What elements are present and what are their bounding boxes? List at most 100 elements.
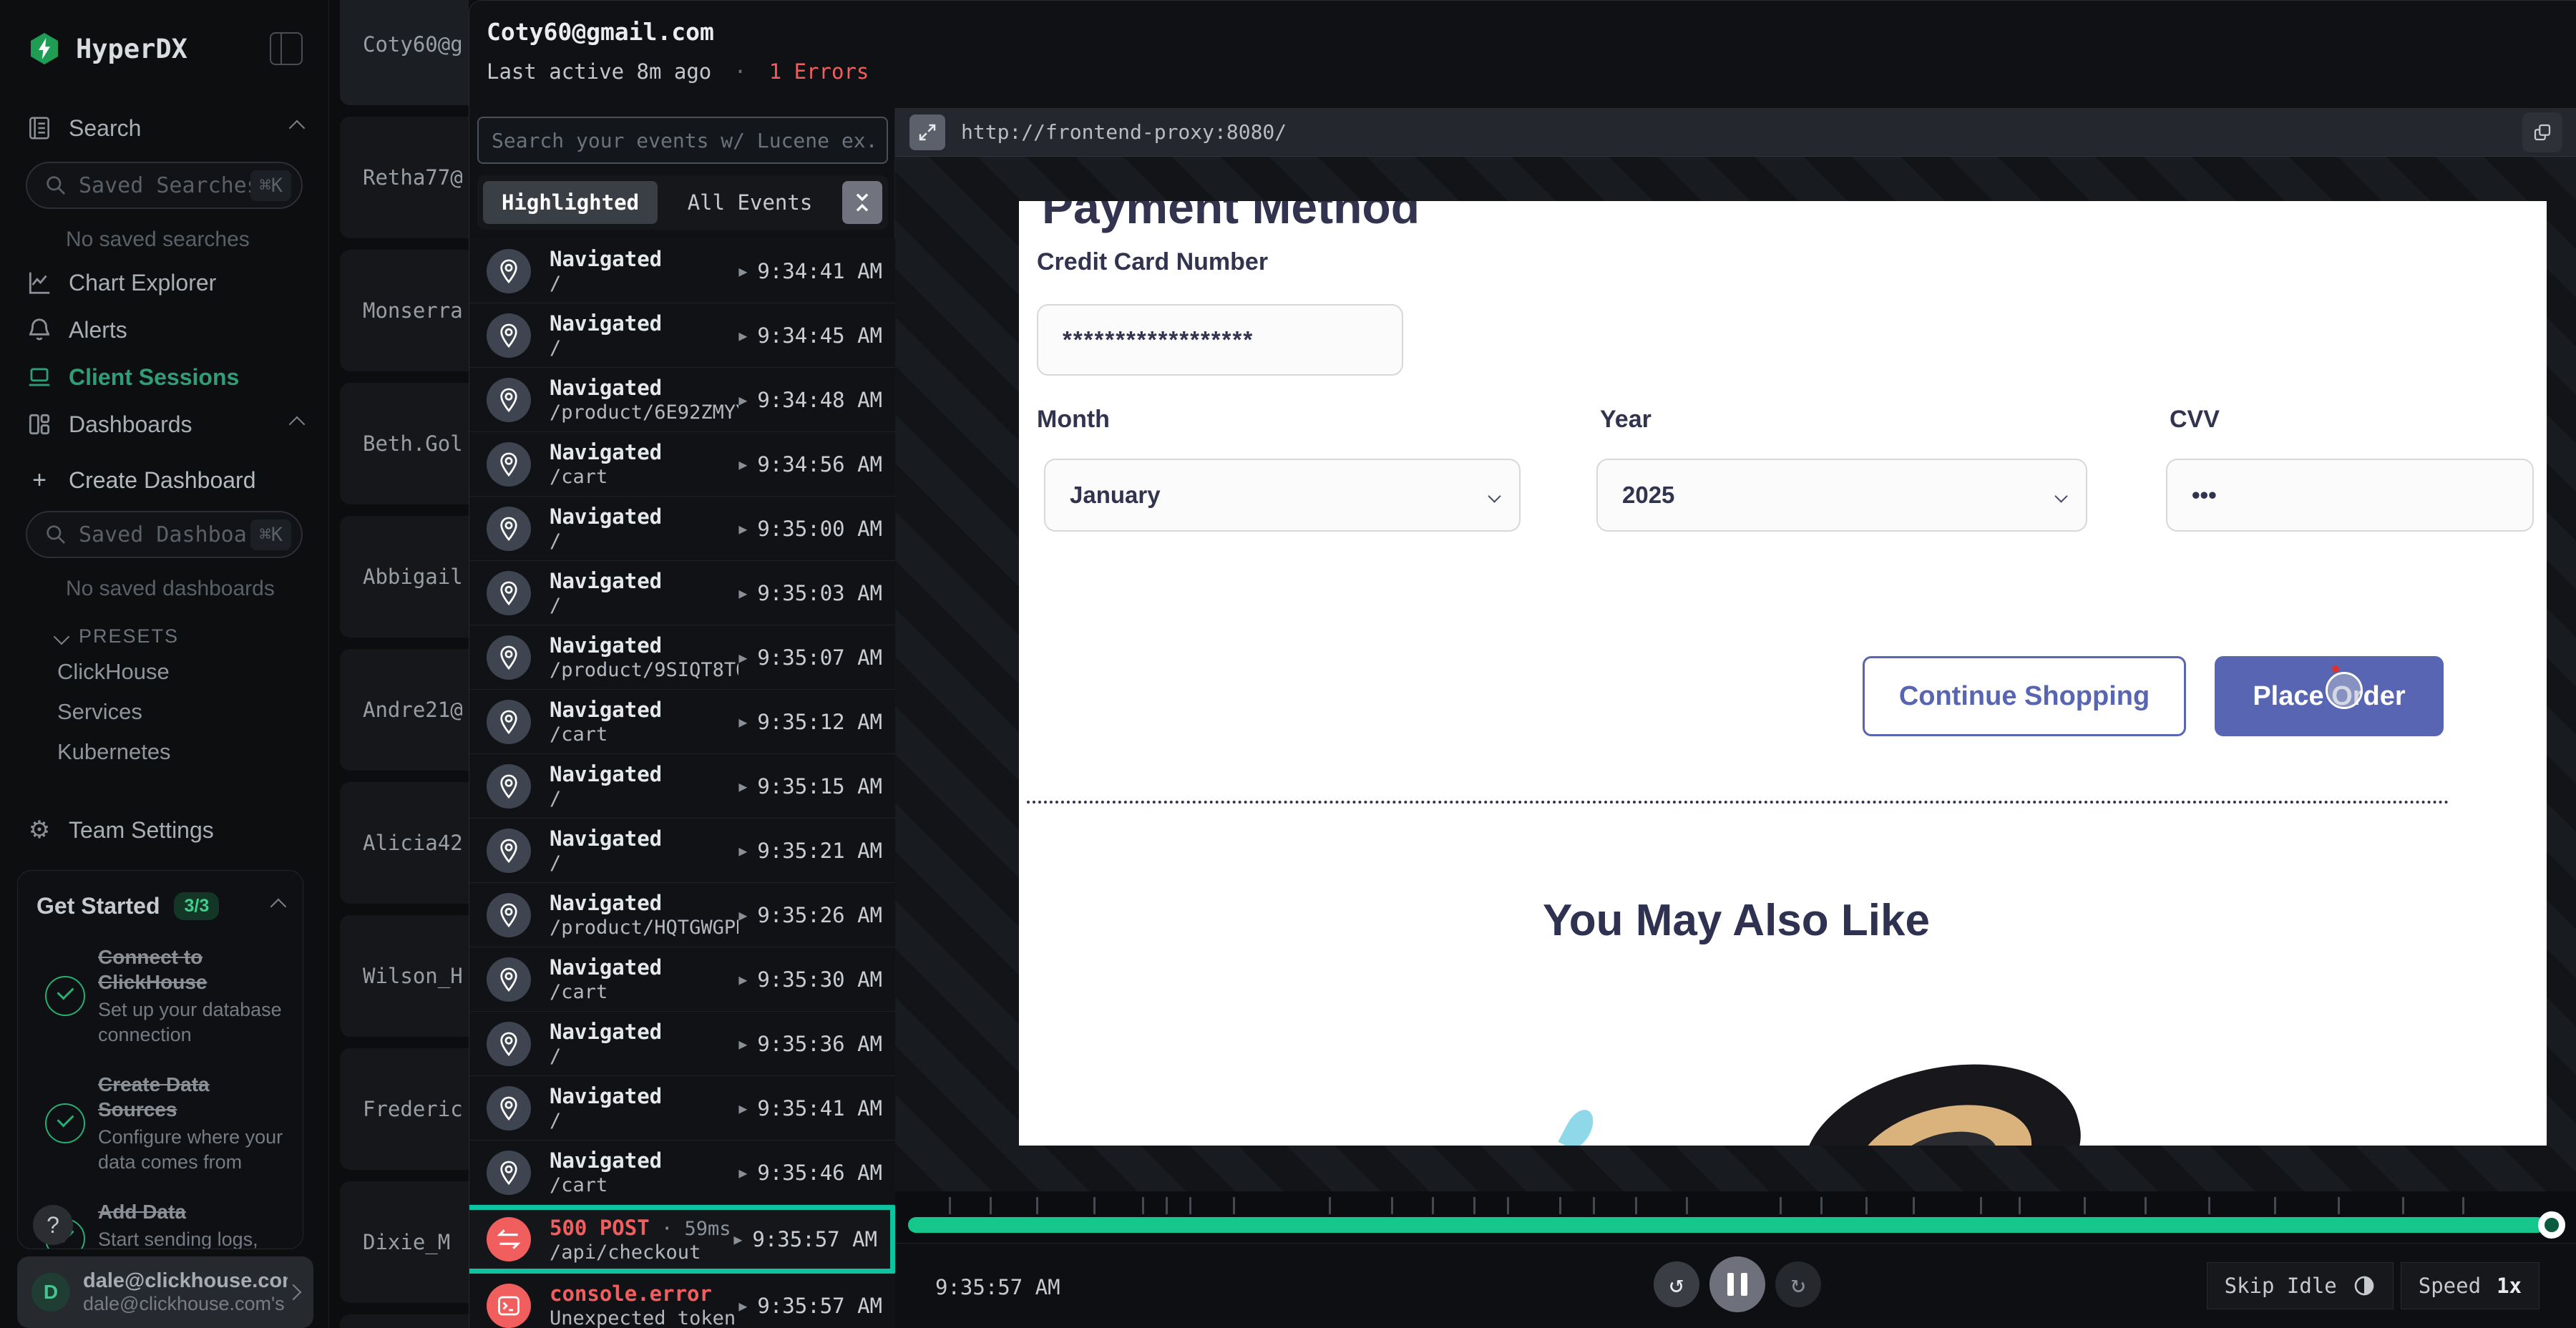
sidebar: HyperDX Search Saved Searches ⌘K No save… — [0, 0, 329, 1328]
app-root: HyperDX Search Saved Searches ⌘K No save… — [0, 0, 2576, 1328]
copy-icon[interactable] — [2522, 112, 2562, 152]
cvv-input[interactable]: ••• — [2166, 459, 2534, 532]
session-card[interactable]: Frederic — [340, 1048, 469, 1170]
play-icon[interactable]: ▶ — [738, 649, 747, 666]
timeline-tick — [2338, 1197, 2340, 1214]
skip-idle-toggle[interactable]: Skip Idle — [2207, 1262, 2394, 1309]
preset-services[interactable]: Services — [0, 692, 328, 732]
play-icon[interactable]: ▶ — [738, 456, 747, 473]
session-card[interactable]: Retha77@ — [340, 117, 469, 238]
event-path: /product/9SIQT8TOJO — [550, 659, 738, 681]
sidebar-item-client-sessions[interactable]: Client Sessions — [0, 353, 328, 401]
sidebar-item-team-settings[interactable]: ⚙ Team Settings — [0, 806, 328, 854]
event-row[interactable]: Navigated/▶9:35:15 AM — [469, 754, 895, 819]
event-row[interactable]: Navigated/▶9:35:21 AM — [469, 819, 895, 883]
session-card[interactable]: Monserra — [340, 250, 469, 371]
event-path: Unexpected token 'I'… — [550, 1307, 738, 1328]
get-started-item[interactable]: Create Data Sources Configure where your… — [36, 1072, 284, 1175]
sidebar-item-chart-explorer[interactable]: Chart Explorer — [0, 259, 328, 306]
play-icon[interactable]: ▶ — [738, 1035, 747, 1053]
play-icon[interactable]: ▶ — [738, 327, 747, 344]
session-card[interactable] — [340, 1314, 469, 1328]
play-icon[interactable]: ▶ — [738, 520, 747, 537]
month-select[interactable]: January — [1044, 459, 1521, 532]
session-card[interactable]: Coty60@g — [340, 0, 469, 105]
event-row[interactable]: Navigated/cart▶9:35:46 AM — [469, 1141, 895, 1205]
event-row[interactable]: Navigated/cart▶9:35:30 AM — [469, 947, 895, 1012]
event-row[interactable]: Navigated/cart▶9:34:56 AM — [469, 432, 895, 497]
play-icon[interactable]: ▶ — [738, 842, 747, 859]
session-card[interactable]: Alicia42 — [340, 782, 469, 904]
collapse-panel-button[interactable] — [842, 181, 882, 224]
tab-highlighted[interactable]: Highlighted — [483, 181, 658, 224]
session-card[interactable]: Andre21@ — [340, 649, 469, 771]
sidebar-item-alerts[interactable]: Alerts — [0, 306, 328, 353]
play-icon[interactable]: ▶ — [738, 1297, 747, 1314]
year-select[interactable]: 2025 — [1596, 459, 2087, 532]
help-button[interactable]: ? — [33, 1205, 73, 1245]
play-icon[interactable]: ▶ — [738, 971, 747, 988]
get-started-item[interactable]: Add Data Start sending logs, metrics, or… — [36, 1199, 284, 1249]
session-card[interactable]: Dixie_M — [340, 1181, 469, 1303]
fullscreen-icon[interactable] — [909, 114, 945, 150]
play-icon[interactable]: ▶ — [738, 1164, 747, 1181]
preset-clickhouse[interactable]: ClickHouse — [0, 652, 328, 692]
play-icon[interactable]: ▶ — [738, 778, 747, 795]
get-started-item-title: Create Data Sources — [98, 1072, 284, 1122]
play-icon[interactable]: ▶ — [738, 907, 747, 924]
event-row[interactable]: Navigated/▶9:35:41 AM — [469, 1076, 895, 1141]
event-row[interactable]: 500 POST · 59ms/api/checkout▶9:35:57 AM — [469, 1205, 895, 1274]
session-card-email: Dixie_M — [363, 1230, 450, 1254]
pause-button[interactable] — [1709, 1256, 1765, 1312]
play-icon[interactable]: ▶ — [738, 1100, 747, 1117]
map-pin-icon — [487, 893, 531, 937]
forward-button[interactable]: ↻ — [1775, 1261, 1821, 1307]
replay-timeline[interactable] — [895, 1191, 2576, 1243]
map-pin-icon — [487, 1151, 531, 1195]
timeline-tick — [1780, 1197, 1782, 1214]
user-menu[interactable]: D dale@clickhouse.com dale@clickhouse.co… — [17, 1256, 313, 1328]
continue-shopping-button[interactable]: Continue Shopping — [1863, 656, 2186, 736]
sidebar-item-dashboards[interactable]: Dashboards — [0, 401, 328, 448]
bell-icon — [26, 316, 53, 343]
event-row[interactable]: Navigated/▶9:35:36 AM — [469, 1012, 895, 1076]
create-dashboard-button[interactable]: + Create Dashboard — [0, 459, 328, 501]
event-row[interactable]: Navigated/▶9:34:41 AM — [469, 239, 895, 303]
events-search-input[interactable]: Search your events w/ Lucene ex. colum — [477, 117, 888, 164]
tab-all-events[interactable]: All Events — [658, 181, 842, 224]
event-row[interactable]: console.errorUnexpected token 'I'…▶9:35:… — [469, 1274, 895, 1328]
session-card[interactable]: Beth.Gol — [340, 383, 469, 504]
session-card[interactable]: Abbigail — [340, 516, 469, 638]
event-row[interactable]: Navigated/▶9:34:45 AM — [469, 303, 895, 368]
get-started-item[interactable]: Connect to ClickHouse Set up your databa… — [36, 944, 284, 1048]
sidebar-item-search[interactable]: Search — [0, 104, 328, 152]
saved-dashboards-input[interactable]: Saved Dashboards ⌘K — [26, 511, 303, 558]
speed-control[interactable]: Speed 1x — [2401, 1262, 2540, 1309]
timeline-tick — [1507, 1197, 1509, 1214]
event-row[interactable]: Navigated/▶9:35:00 AM — [469, 497, 895, 561]
play-icon[interactable]: ▶ — [738, 391, 747, 409]
play-icon[interactable]: ▶ — [733, 1231, 742, 1248]
replay-stage: Payment Method Credit Card Number ******… — [895, 157, 2576, 1191]
timeline-track[interactable] — [908, 1217, 2555, 1233]
rewind-button[interactable]: ↺ — [1654, 1261, 1699, 1307]
play-icon[interactable]: ▶ — [738, 263, 747, 280]
play-icon[interactable]: ▶ — [738, 713, 747, 731]
event-row[interactable]: Navigated/product/9SIQT8TOJO▶9:35:07 AM — [469, 625, 895, 690]
timeline-knob[interactable] — [2538, 1211, 2565, 1239]
event-row[interactable]: Navigated/cart▶9:35:12 AM — [469, 690, 895, 754]
play-icon[interactable]: ▶ — [738, 585, 747, 602]
event-row[interactable]: Navigated/product/6E92ZMYYFZ▶9:34:48 AM — [469, 368, 895, 432]
session-card[interactable]: Wilson_H — [340, 915, 469, 1037]
app-title: HyperDX — [76, 34, 270, 64]
saved-searches-input[interactable]: Saved Searches ⌘K — [26, 162, 303, 209]
preset-kubernetes[interactable]: Kubernetes — [0, 732, 328, 772]
event-row[interactable]: Navigated/product/HQTGWGPNH4▶9:35:26 AM — [469, 883, 895, 947]
session-email-title: Coty60@gmail.com — [487, 18, 714, 46]
presets-toggle[interactable]: PRESETS — [0, 608, 328, 652]
event-row[interactable]: Navigated/▶9:35:03 AM — [469, 561, 895, 625]
chevron-up-icon[interactable] — [270, 898, 287, 914]
cc-number-input[interactable]: ****************** — [1037, 304, 1403, 376]
sidebar-collapse-icon[interactable] — [270, 32, 303, 65]
event-title: Navigated — [550, 440, 738, 464]
